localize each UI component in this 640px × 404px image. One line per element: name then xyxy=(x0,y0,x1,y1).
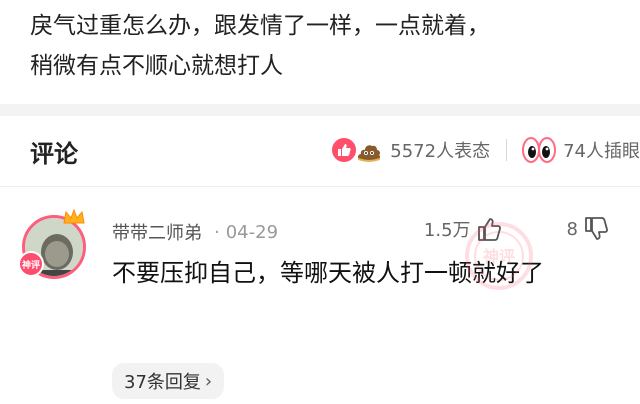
comments-title: 评论 xyxy=(30,140,78,168)
chevron-right-icon: › xyxy=(204,370,213,392)
god-comment-watermark-icon: 神评 xyxy=(465,222,533,290)
comment-item: 神评 带带二师弟 · 04-29 1.5万 8 不要压抑自己，等哪天被人打一顿就… xyxy=(0,187,640,404)
reactions-bar[interactable]: 5572人表态 74人插眼 xyxy=(330,134,640,166)
emote-count: 5572人表态 xyxy=(390,141,491,162)
comment-body: 不要压抑自己，等哪天被人打一顿就好了 xyxy=(112,259,544,287)
meta-separator: · xyxy=(214,221,220,243)
post-line-1: 戾气过重怎么办，跟发情了一样，一点就着， xyxy=(30,13,490,39)
view-replies-button[interactable]: 37条回复 › xyxy=(112,363,225,399)
author-line: 带带二师弟 · 04-29 xyxy=(112,219,278,245)
comments-header: 评论 5572人表态 74人插眼 xyxy=(0,116,640,186)
avatar[interactable]: 神评 xyxy=(18,207,94,283)
dislike-count: 8 xyxy=(566,218,578,240)
post-text: 戾气过重怎么办，跟发情了一样，一点就着， 稍微有点不顺心就想打人 xyxy=(30,6,620,86)
thumbs-down-icon[interactable] xyxy=(582,215,610,243)
comment-date: 04-29 xyxy=(225,221,279,243)
poop-emoji-icon xyxy=(354,135,385,165)
author-name[interactable]: 带带二师弟 xyxy=(112,219,202,245)
eye-count: 74人插眼 xyxy=(563,141,640,162)
post-line-2: 稍微有点不顺心就想打人 xyxy=(30,53,283,79)
god-comment-badge: 神评 xyxy=(18,251,44,277)
section-gap xyxy=(0,104,640,116)
replies-label: 37条回复 xyxy=(124,372,201,393)
watermark-label: 神评 xyxy=(483,247,515,266)
crown-icon xyxy=(63,208,85,224)
eyes-emoji-icon xyxy=(521,136,557,164)
reactions-divider xyxy=(506,139,508,161)
